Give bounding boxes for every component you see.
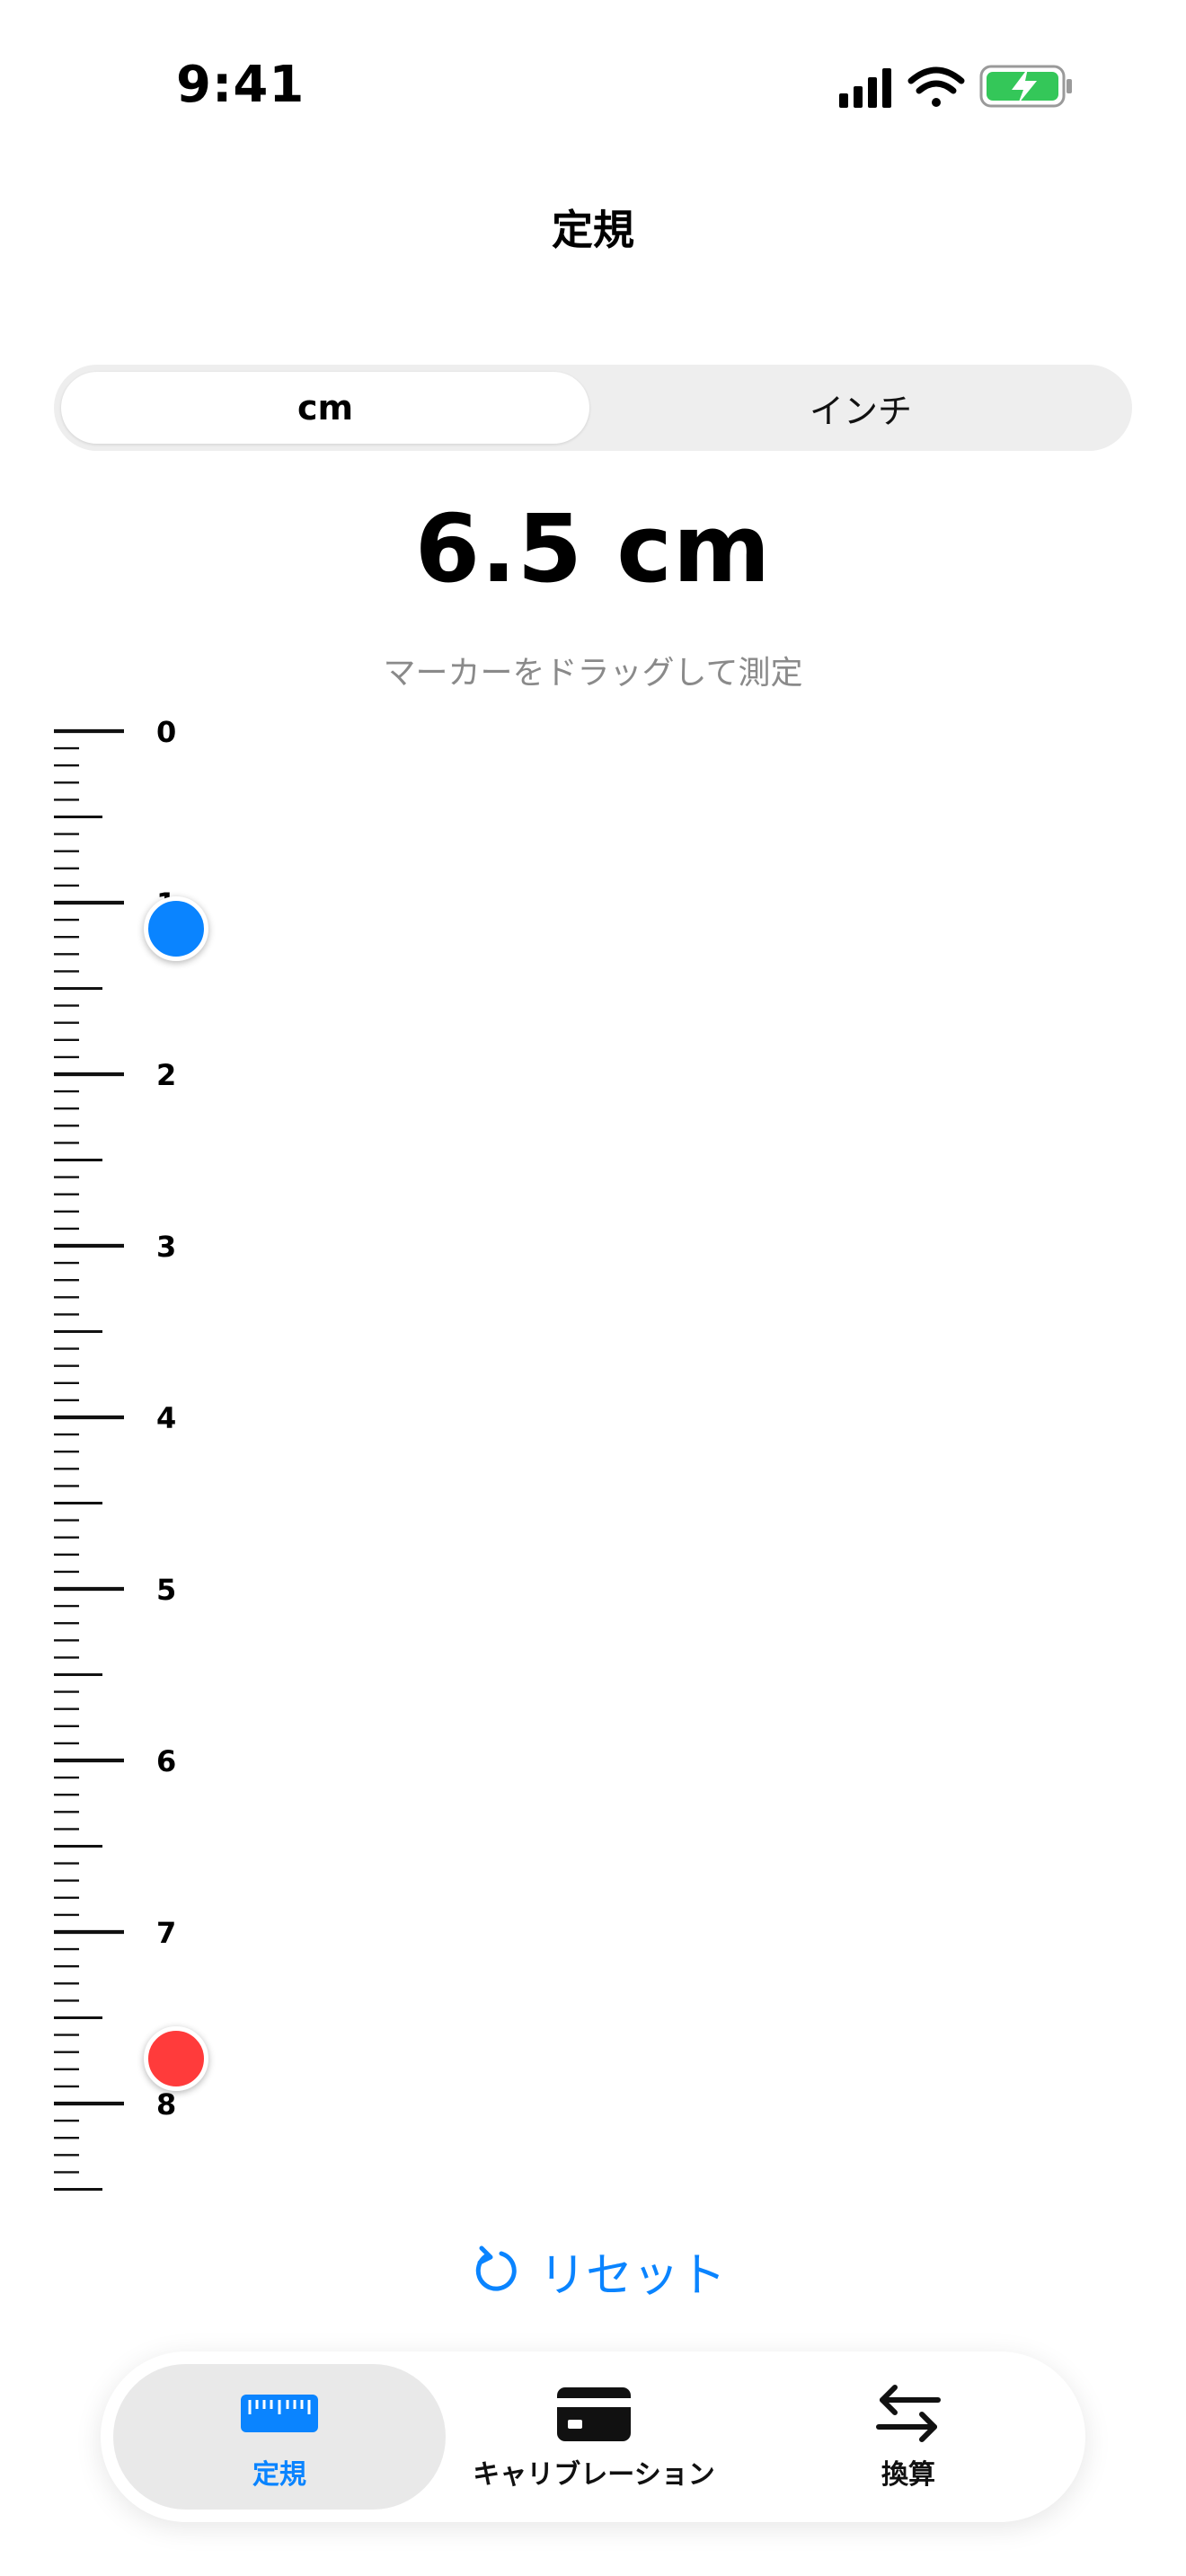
start-marker-handle[interactable] [144,896,208,961]
ruler-label: 5 [156,1573,176,1607]
ruler-label: 8 [156,2087,176,2122]
tab-calibration-label: キャリブレーション [473,2459,715,2491]
ruler-ticks [54,728,124,2191]
tab-convert[interactable]: 換算 [742,2364,1075,2510]
unit-inch-segment[interactable]: インチ [597,372,1125,444]
measurement-value: 6.5 cm [414,494,772,604]
wifi-icon [907,66,965,107]
unit-cm-segment[interactable]: cm [61,372,589,444]
ruler-label: 7 [156,1916,176,1950]
page-title: 定規 [552,206,634,254]
ruler-label: 0 [156,715,176,749]
ruler-label: 3 [156,1230,176,1264]
battery-charging-icon [979,65,1072,108]
tab-convert-label: 換算 [881,2459,935,2491]
ruler-label: 2 [156,1058,176,1092]
tab-ruler-label: 定規 [252,2459,306,2491]
reset-icon [475,2245,517,2291]
reset-button[interactable]: リセット [467,2235,728,2307]
signal-icon [839,68,891,108]
tab-calibration[interactable]: キャリブレーション [428,2364,760,2510]
tab-ruler[interactable]: 定規 [113,2364,446,2510]
end-marker-handle[interactable] [144,2026,208,2091]
status-icons [839,65,1072,108]
tab-bar: 定規 キャリブレーション 換算 [101,2351,1085,2522]
reset-label: リセット [538,2248,726,2303]
ruler-label: 6 [156,1744,176,1778]
convert-arrows-icon [876,2385,941,2442]
ruler-icon [241,2395,318,2432]
status-time: 9:41 [176,56,305,114]
unit-segmented-control: cm インチ [54,365,1132,451]
card-icon [557,2387,631,2441]
ruler-label: 4 [156,1401,176,1435]
measurement-hint: マーカーをドラッグして測定 [383,655,803,692]
